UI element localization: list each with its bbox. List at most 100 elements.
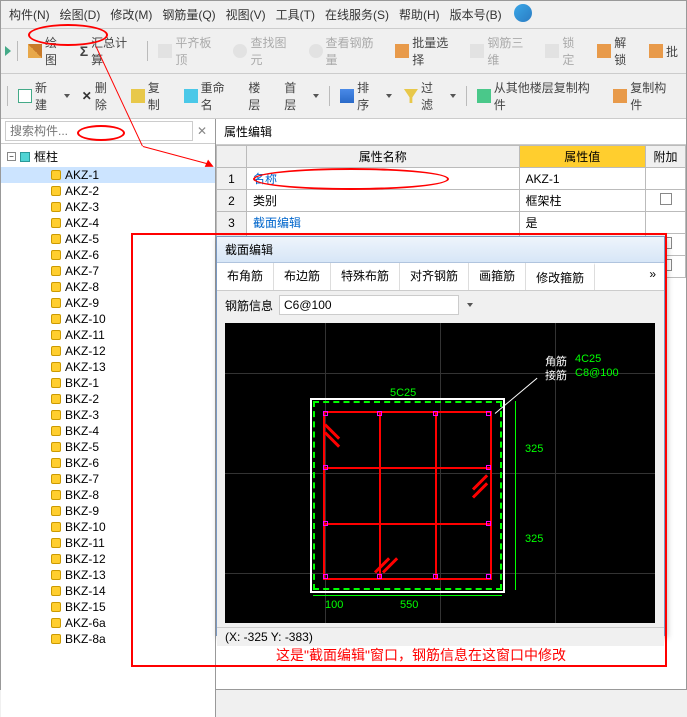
menu-view[interactable]: 视图(V) bbox=[224, 4, 268, 25]
rebar-info-input[interactable] bbox=[279, 295, 459, 315]
cube-icon bbox=[470, 44, 484, 58]
tree-item[interactable]: BKZ-12 bbox=[1, 551, 215, 567]
tree-item-label: AKZ-6a bbox=[65, 616, 106, 630]
property-row[interactable]: 1名称AKZ-1 bbox=[217, 168, 686, 190]
tree-item[interactable]: AKZ-5 bbox=[1, 231, 215, 247]
tab-corner[interactable]: 布角筋 bbox=[217, 263, 274, 290]
menu-rebar[interactable]: 钢筋量(Q) bbox=[160, 4, 217, 25]
tree-item[interactable]: AKZ-11 bbox=[1, 327, 215, 343]
tree[interactable]: − 框柱 AKZ-1AKZ-2AKZ-3AKZ-4AKZ-5AKZ-6AKZ-7… bbox=[1, 144, 215, 717]
tree-item[interactable]: BKZ-2 bbox=[1, 391, 215, 407]
tree-item[interactable]: BKZ-4 bbox=[1, 423, 215, 439]
tree-item[interactable]: BKZ-11 bbox=[1, 535, 215, 551]
rename-button[interactable]: 重命名 bbox=[180, 77, 241, 115]
property-row[interactable]: 3截面编辑是 bbox=[217, 212, 686, 234]
tree-item-label: AKZ-9 bbox=[65, 296, 99, 310]
sort-button[interactable]: 排序 bbox=[336, 77, 396, 115]
tree-item[interactable]: BKZ-8 bbox=[1, 487, 215, 503]
tree-item[interactable]: AKZ-10 bbox=[1, 311, 215, 327]
tree-item[interactable]: AKZ-12 bbox=[1, 343, 215, 359]
menu-modify[interactable]: 修改(M) bbox=[108, 4, 154, 25]
folder-icon bbox=[20, 152, 30, 162]
tab-align[interactable]: 对齐钢筋 bbox=[400, 263, 469, 290]
tab-modify[interactable]: 修改箍筋 bbox=[526, 263, 595, 290]
ann-4c25: 4C25 bbox=[575, 353, 601, 365]
delete-button[interactable]: ✕删除 bbox=[78, 77, 123, 115]
copy-member-button[interactable]: 复制构件 bbox=[609, 77, 682, 115]
tree-item[interactable]: BKZ-1 bbox=[1, 375, 215, 391]
tree-item-label: BKZ-2 bbox=[65, 392, 99, 406]
tree-item[interactable]: BKZ-8a bbox=[1, 631, 215, 647]
tree-item[interactable]: AKZ-2 bbox=[1, 183, 215, 199]
tree-item[interactable]: AKZ-13 bbox=[1, 359, 215, 375]
tab-edge[interactable]: 布边筋 bbox=[274, 263, 331, 290]
tree-item[interactable]: AKZ-9 bbox=[1, 295, 215, 311]
menu-member[interactable]: 构件(N) bbox=[7, 4, 52, 25]
menu-draw[interactable]: 绘图(D) bbox=[58, 4, 103, 25]
dropdown-icon[interactable] bbox=[467, 303, 473, 307]
tree-item[interactable]: BKZ-6 bbox=[1, 455, 215, 471]
floor-select[interactable]: 首层 bbox=[280, 77, 323, 115]
search-input[interactable] bbox=[5, 121, 193, 141]
tree-item[interactable]: BKZ-13 bbox=[1, 567, 215, 583]
member-icon bbox=[51, 202, 61, 212]
tree-item-label: BKZ-12 bbox=[65, 552, 106, 566]
dim-right2: 325 bbox=[525, 533, 543, 545]
tree-item[interactable]: AKZ-6a bbox=[1, 615, 215, 631]
find-button: 查找图元 bbox=[229, 32, 300, 70]
draw-button[interactable]: 绘图 bbox=[24, 32, 72, 70]
member-icon bbox=[51, 314, 61, 324]
tree-item-label: AKZ-7 bbox=[65, 264, 99, 278]
tree-item[interactable]: AKZ-8 bbox=[1, 279, 215, 295]
member-icon bbox=[51, 362, 61, 372]
tab-special[interactable]: 特殊布筋 bbox=[331, 263, 400, 290]
menu-help[interactable]: 帮助(H) bbox=[397, 4, 442, 25]
coord-bar: (X: -325 Y: -383) bbox=[217, 627, 664, 646]
tree-item[interactable]: AKZ-1 bbox=[1, 167, 215, 183]
member-icon bbox=[51, 618, 61, 628]
collapse-icon[interactable]: − bbox=[7, 152, 16, 161]
unlock-button[interactable]: 解锁 bbox=[593, 32, 641, 70]
tree-item[interactable]: BKZ-10 bbox=[1, 519, 215, 535]
tree-item[interactable]: AKZ-4 bbox=[1, 215, 215, 231]
tab-stirrup[interactable]: 画箍筋 bbox=[469, 263, 526, 290]
col-extra: 附加 bbox=[646, 146, 686, 168]
tree-item[interactable]: BKZ-9 bbox=[1, 503, 215, 519]
menu-online[interactable]: 在线服务(S) bbox=[323, 4, 391, 25]
dialog-title: 截面编辑 bbox=[217, 237, 664, 263]
new-icon bbox=[18, 89, 32, 103]
ann-conn: 接筋 bbox=[545, 367, 567, 383]
magnify-icon bbox=[309, 44, 323, 58]
copy-button[interactable]: 复制 bbox=[127, 77, 176, 115]
member-icon bbox=[51, 506, 61, 516]
back-icon[interactable] bbox=[5, 46, 11, 56]
tree-item-label: BKZ-7 bbox=[65, 472, 99, 486]
search-clear-icon[interactable]: ✕ bbox=[193, 124, 211, 138]
copy-from-button[interactable]: 从其他楼层复制构件 bbox=[473, 77, 606, 115]
tree-item[interactable]: BKZ-15 bbox=[1, 599, 215, 615]
checkbox[interactable] bbox=[660, 193, 672, 205]
tab-more[interactable]: » bbox=[641, 263, 664, 290]
tree-item[interactable]: BKZ-5 bbox=[1, 439, 215, 455]
member-icon bbox=[51, 442, 61, 452]
sum-button[interactable]: Σ汇总计算 bbox=[76, 32, 142, 70]
tree-item[interactable]: BKZ-3 bbox=[1, 407, 215, 423]
property-row[interactable]: 2类别框架柱 bbox=[217, 190, 686, 212]
new-button[interactable]: 新建 bbox=[14, 77, 74, 115]
tree-item[interactable]: AKZ-3 bbox=[1, 199, 215, 215]
section-canvas[interactable]: 5C25 325 325 550 100 角筋 接筋 4C25 C8@100 bbox=[225, 323, 655, 623]
tree-item[interactable]: BKZ-14 bbox=[1, 583, 215, 599]
floor-label: 楼层 bbox=[244, 77, 276, 115]
tree-item[interactable]: AKZ-7 bbox=[1, 263, 215, 279]
batch-select-button[interactable]: 批量选择 bbox=[391, 32, 462, 70]
tree-item[interactable]: BKZ-7 bbox=[1, 471, 215, 487]
batch-button[interactable]: 批 bbox=[645, 41, 682, 62]
batch-icon bbox=[395, 44, 409, 58]
tree-item-label: AKZ-4 bbox=[65, 216, 99, 230]
filter-button[interactable]: 过滤 bbox=[400, 77, 460, 115]
tree-item-label: AKZ-8 bbox=[65, 280, 99, 294]
menu-tools[interactable]: 工具(T) bbox=[274, 4, 317, 25]
member-icon bbox=[51, 570, 61, 580]
tree-item[interactable]: AKZ-6 bbox=[1, 247, 215, 263]
menu-version[interactable]: 版本号(B) bbox=[448, 4, 504, 25]
